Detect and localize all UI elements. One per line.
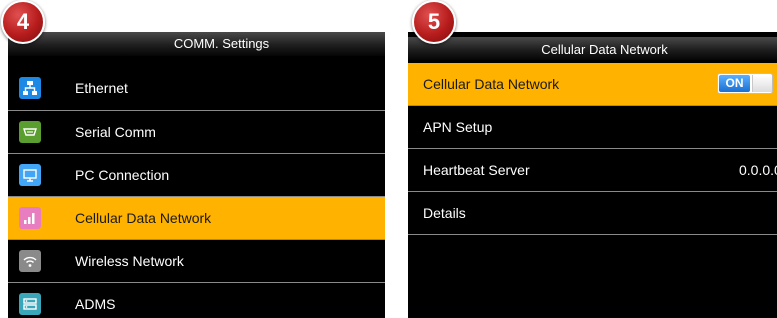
serial-comm-icon <box>19 121 41 143</box>
heartbeat-server-value: 0.0.0.0 <box>739 162 777 178</box>
screen-title: COMM. Settings <box>173 36 270 51</box>
setting-label: APN Setup <box>423 119 493 135</box>
adms-icon <box>19 293 41 315</box>
step-badge-4: 4 <box>1 0 45 44</box>
menu-item-pc-connection[interactable]: PC Connection <box>8 154 385 196</box>
wireless-network-icon <box>19 250 41 272</box>
setting-label: Details <box>423 205 466 221</box>
setting-apn-setup[interactable]: APN Setup <box>408 106 777 148</box>
menu-item-adms[interactable]: ADMS <box>8 283 385 318</box>
pc-connection-icon <box>19 164 41 186</box>
toggle-on-label: ON <box>719 75 750 92</box>
menu-item-wireless-network[interactable]: Wireless Network <box>8 240 385 282</box>
cellular-data-toggle[interactable]: ON <box>717 73 773 94</box>
toggle-knob <box>752 75 772 92</box>
title-bar: Cellular Data Network <box>408 37 777 60</box>
setting-label: Cellular Data Network <box>423 76 560 92</box>
divider <box>408 234 777 235</box>
setting-details[interactable]: Details <box>408 192 777 234</box>
menu-item-ethernet[interactable]: Ethernet <box>8 67 385 109</box>
menu-item-serial-comm[interactable]: Serial Comm <box>8 111 385 153</box>
setting-label: Heartbeat Server <box>423 162 530 178</box>
menu-item-label: Serial Comm <box>75 124 156 140</box>
menu-item-label: Ethernet <box>75 80 128 96</box>
setting-cellular-data-network[interactable]: Cellular Data Network ON <box>408 63 777 105</box>
setting-heartbeat-server[interactable]: Heartbeat Server 0.0.0.0 <box>408 149 777 191</box>
cellular-data-icon <box>19 207 41 229</box>
screen-title: Cellular Data Network <box>541 42 668 57</box>
comm-settings-screen: COMM. Settings Ethernet Serial Comm PC C… <box>8 32 385 318</box>
step-badge-5: 5 <box>412 0 456 44</box>
ethernet-icon <box>19 77 41 99</box>
menu-item-label: ADMS <box>75 296 116 312</box>
title-bar: COMM. Settings <box>8 32 385 56</box>
menu-item-label: PC Connection <box>75 167 170 183</box>
menu-item-label: Wireless Network <box>75 253 184 269</box>
menu-item-cellular-data-network[interactable]: Cellular Data Network <box>8 197 385 239</box>
menu-item-label: Cellular Data Network <box>75 210 212 226</box>
cellular-data-network-screen: Cellular Data Network Cellular Data Netw… <box>408 32 777 318</box>
